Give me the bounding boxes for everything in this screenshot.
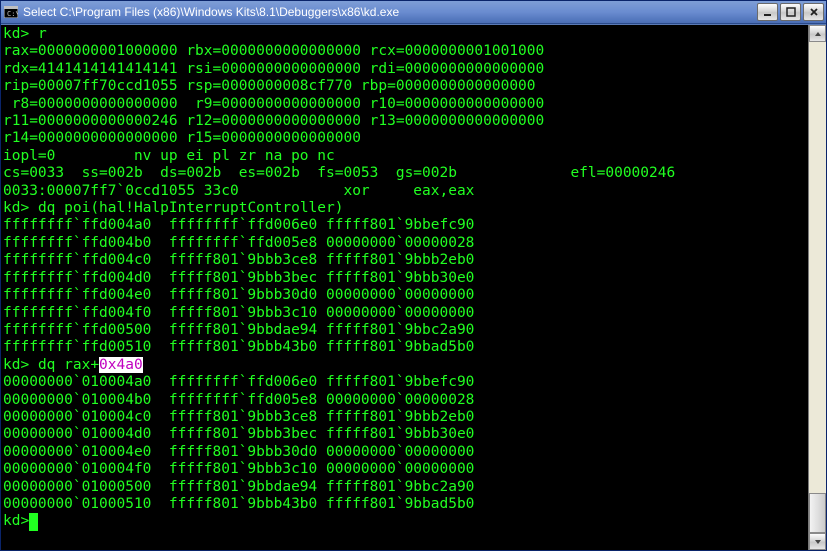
eflags: efl=00000246 [570,165,675,181]
memory-dump-line: ffffffff`ffd004c0 fffff801`9bbb3ce8 ffff… [3,252,806,269]
memory-dump-line: 00000000`010004d0 fffff801`9bbb3bec ffff… [3,426,806,443]
register-line: r14=0000000000000000 r15=000000000000000… [3,130,806,147]
window-title: Select C:\Program Files (x86)\Windows Ki… [23,5,757,19]
memory-dump-line: ffffffff`ffd004a0 ffffffff`ffd006e0 ffff… [3,217,806,234]
titlebar[interactable]: C:\ Select C:\Program Files (x86)\Window… [1,1,826,24]
segment-registers: cs=0033 ss=002b ds=002b es=002b fs=0053 … [3,165,457,181]
register-line: r8=0000000000000000 r9=0000000000000000 … [3,96,806,113]
memory-dump-line: 00000000`010004a0 ffffffff`ffd006e0 ffff… [3,374,806,391]
prompt: kd> [3,357,29,373]
flags-line: iopl=0 nv up ei pl zr na po nc [3,148,806,165]
memory-dump-line: ffffffff`ffd00510 fffff801`9bbb43b0 ffff… [3,339,806,356]
vertical-scrollbar[interactable] [808,25,826,550]
scrollbar-thumb[interactable] [809,493,826,533]
scroll-up-button[interactable] [809,25,826,42]
minimize-button[interactable] [757,3,778,21]
prompt: kd> [3,26,29,42]
scrollbar-track[interactable] [809,42,826,533]
memory-dump-line: 00000000`010004f0 fffff801`9bbb3c10 0000… [3,461,806,478]
window-frame: C:\ Select C:\Program Files (x86)\Window… [0,0,827,551]
memory-dump-line: ffffffff`ffd004b0 ffffffff`ffd005e8 0000… [3,235,806,252]
prompt: kd> [3,200,29,216]
memory-dump-line: 00000000`010004c0 fffff801`9bbb3ce8 ffff… [3,409,806,426]
window-controls [757,3,824,21]
command-r: r [38,26,47,42]
memory-dump-line: 00000000`010004e0 fffff801`9bbb30d0 0000… [3,444,806,461]
register-line: rip=00007ff70ccd1055 rsp=0000000008cf770… [3,78,806,95]
memory-dump-line: ffffffff`ffd00500 fffff801`9bbdae94 ffff… [3,322,806,339]
register-line: r11=0000000000000246 r12=000000000000000… [3,113,806,130]
svg-text:C:\: C:\ [7,10,18,18]
close-button[interactable] [803,3,824,21]
app-icon: C:\ [3,4,19,20]
maximize-button[interactable] [780,3,801,21]
memory-dump-line: 00000000`01000500 fffff801`9bbdae94 ffff… [3,479,806,496]
selection-highlight: 0x4a0 [99,357,143,373]
memory-dump-line: 00000000`010004b0 ffffffff`ffd005e8 0000… [3,392,806,409]
terminal-output[interactable]: kd> rrax=0000000001000000 rbx=0000000000… [1,25,808,550]
memory-dump-line: ffffffff`ffd004e0 fffff801`9bbb30d0 0000… [3,287,806,304]
memory-dump-line: ffffffff`ffd004d0 fffff801`9bbb3bec ffff… [3,270,806,287]
register-line: rax=0000000001000000 rbx=000000000000000… [3,43,806,60]
scroll-down-button[interactable] [809,533,826,550]
command-dq-poi: dq poi(hal!HalpInterruptController) [38,200,344,216]
command-dq-rax-prefix: dq rax+ [38,357,99,373]
register-line: rdx=4141414141414141 rsi=000000000000000… [3,61,806,78]
memory-dump-line: ffffffff`ffd004f0 fffff801`9bbb3c10 0000… [3,305,806,322]
prompt: kd> [3,513,29,529]
memory-dump-line: 00000000`01000510 fffff801`9bbb43b0 ffff… [3,496,806,513]
disassembly-line: 0033:00007ff7`0ccd1055 33c0 xor eax,eax [3,183,806,200]
client-area: kd> rrax=0000000001000000 rbx=0000000000… [1,24,826,550]
cursor [29,513,38,530]
